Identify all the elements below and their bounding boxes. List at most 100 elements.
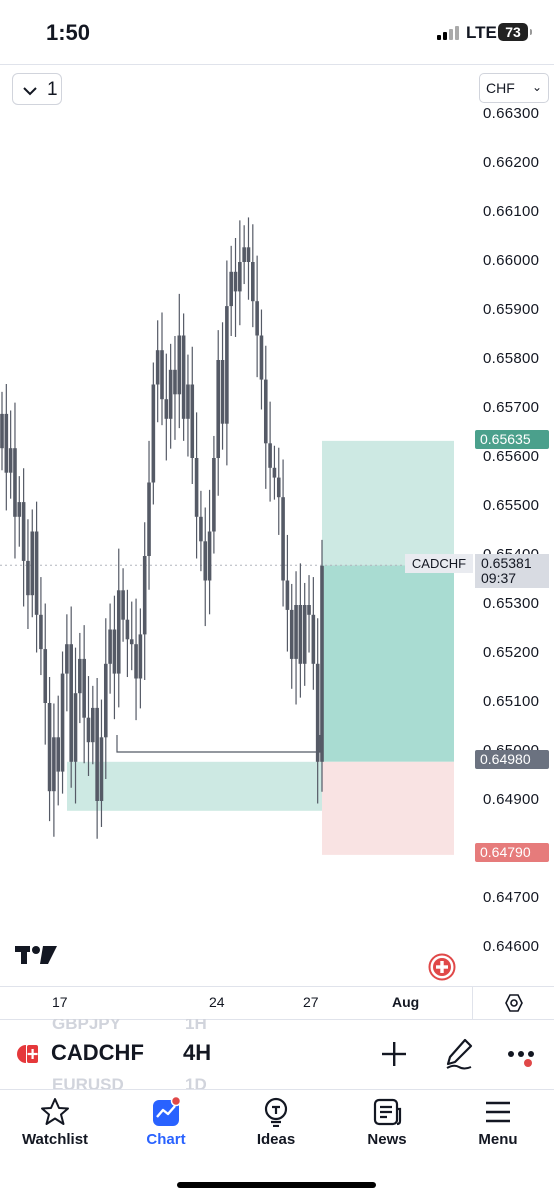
candle-body [168, 369, 173, 419]
price-tick-label: 0.66100 [483, 203, 540, 220]
price-tick-label: 0.64600 [483, 938, 540, 955]
divider [0, 1089, 554, 1090]
candle-body [116, 590, 121, 674]
nav-ideas[interactable]: Ideas [226, 1095, 326, 1155]
candle-body [21, 502, 26, 561]
candle-body [60, 673, 65, 772]
candle-body [251, 262, 255, 302]
price-chart[interactable] [0, 0, 554, 986]
divider [472, 987, 473, 1019]
candle-body [255, 301, 259, 336]
currency-select[interactable]: CHF ⌄ [479, 73, 549, 103]
candle-body [285, 580, 290, 610]
candle-body [108, 629, 112, 664]
price-tick-label: 0.65500 [483, 497, 540, 514]
candle-body [34, 531, 39, 615]
take-profit-badge: 0.65635 [475, 430, 549, 449]
add-symbol-icon[interactable] [381, 1041, 407, 1067]
candle-body [289, 609, 294, 659]
settings-icon[interactable] [504, 993, 524, 1013]
chevron-down-icon [23, 80, 37, 102]
symbol-option-next[interactable]: EURUSD [52, 1075, 124, 1089]
candle-body [8, 448, 13, 473]
lightbulb-icon [264, 1097, 288, 1127]
price-tick-label: 0.65900 [483, 301, 540, 318]
candle-body [52, 737, 56, 792]
support-line [116, 735, 321, 753]
drawing-tools-icon[interactable] [444, 1037, 474, 1071]
candle-body [186, 384, 190, 419]
candle-body [56, 737, 61, 772]
candle-body [302, 605, 307, 664]
current-price-label: 0.65381 09:37 [475, 554, 549, 588]
newspaper-icon [373, 1098, 402, 1126]
price-tick-label: 0.66300 [483, 105, 540, 122]
candle-body [164, 399, 169, 419]
candle-body [320, 565, 324, 762]
candle-body [225, 306, 229, 424]
candle-body [65, 644, 69, 674]
stop-zone [322, 761, 454, 855]
candle-body [190, 384, 195, 458]
nav-label: Ideas [256, 1131, 296, 1148]
chevron-down-icon: ⌄ [531, 80, 542, 94]
candle-body [298, 605, 303, 664]
candle-body [155, 350, 160, 385]
candle-body [103, 663, 108, 738]
candle-body [268, 443, 272, 468]
candle-body [203, 541, 208, 581]
layout-selector-button[interactable]: 1 [12, 73, 62, 105]
nav-label: Chart [146, 1131, 186, 1148]
interval-option-next[interactable]: 1D [185, 1075, 207, 1089]
hamburger-icon [486, 1101, 510, 1123]
nav-watchlist[interactable]: Watchlist [5, 1095, 105, 1155]
candle-body [17, 502, 22, 517]
candle-body [43, 649, 48, 703]
candle-body [73, 693, 78, 762]
price-tick-label: 0.64700 [483, 889, 540, 906]
candle-body [26, 560, 30, 596]
time-label: 17 [52, 994, 68, 1010]
nav-menu[interactable]: Menu [448, 1095, 548, 1155]
nav-chart[interactable]: Chart [116, 1095, 216, 1155]
candle-body [86, 717, 91, 743]
candle-body [246, 247, 251, 262]
candle-body [177, 335, 182, 395]
target-zone-reached [322, 565, 454, 762]
price-tick-label: 0.66000 [483, 252, 540, 269]
price-tick-label: 0.65300 [483, 595, 540, 612]
entry-badge: 0.64980 [475, 750, 549, 769]
time-axis[interactable]: 17 24 27 Aug [0, 986, 554, 1020]
time-label: Aug [392, 994, 420, 1010]
add-alert-icon[interactable] [428, 953, 456, 981]
nav-news[interactable]: News [337, 1095, 437, 1155]
candle-body [216, 360, 221, 458]
more-options-icon[interactable] [506, 1046, 538, 1068]
interval-option-prev[interactable]: 1H [185, 1019, 207, 1034]
target-zone [322, 440, 454, 566]
candle-body [263, 379, 268, 444]
candle-body [238, 262, 242, 292]
cadchf-flag-icon [17, 1045, 38, 1063]
stop-loss-badge: 0.64790 [475, 843, 549, 862]
candle-body [134, 644, 138, 679]
price-tick-label: 0.65200 [483, 644, 540, 661]
nav-label: Menu [478, 1131, 518, 1148]
interval-value[interactable]: 4H [183, 1040, 211, 1066]
candle-body [311, 614, 316, 664]
candle-body [30, 531, 35, 596]
candle-body [207, 531, 212, 581]
candle-body [129, 639, 134, 645]
candle-body [99, 737, 104, 801]
candle-body [78, 658, 82, 694]
candle-body [160, 350, 164, 400]
chart-icon [153, 1097, 181, 1126]
candle-body [281, 497, 285, 581]
symbol-name[interactable]: CADCHF [51, 1040, 144, 1066]
price-tick-label: 0.65100 [483, 693, 540, 710]
candle-body [13, 448, 17, 517]
symbol-option-prev[interactable]: GBPJPY [52, 1019, 121, 1034]
candle-body [151, 384, 156, 483]
bar-countdown: 09:37 [481, 570, 517, 586]
candle-body [199, 516, 203, 542]
